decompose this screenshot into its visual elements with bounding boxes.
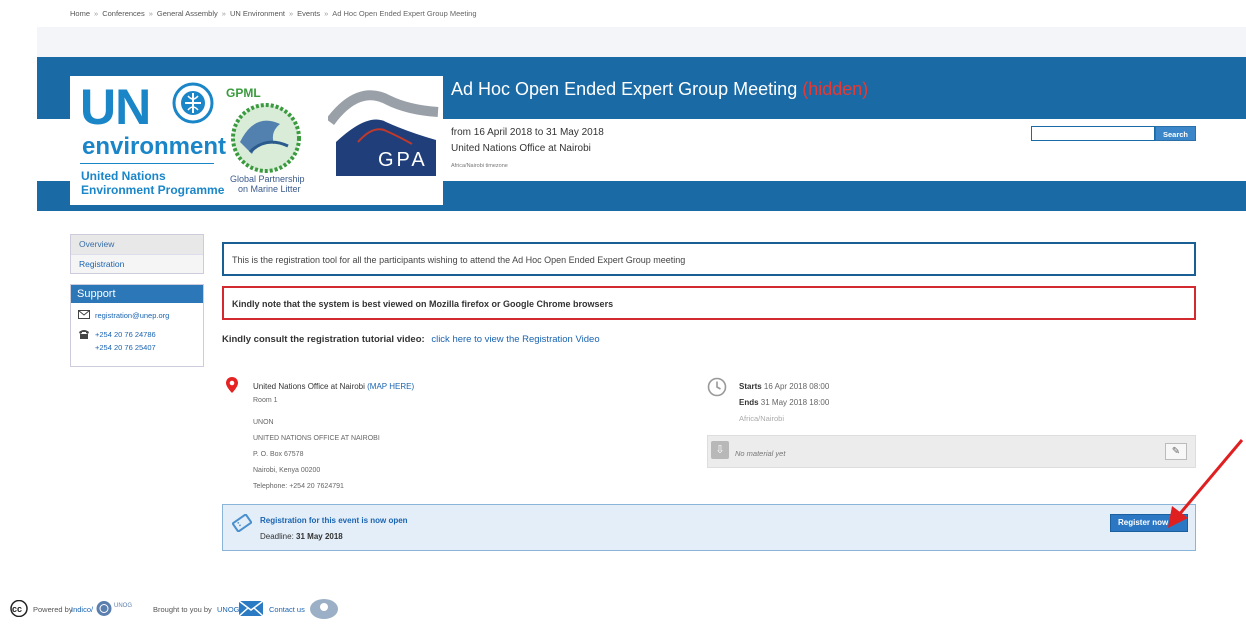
support-title: Support [71, 285, 203, 303]
breadcrumb: Home» Conferences» General Assembly» UN Env… [70, 9, 477, 18]
clock-icon [707, 377, 727, 397]
map-link[interactable]: (MAP HERE) [367, 382, 414, 391]
ends-value: 31 May 2018 18:00 [760, 398, 830, 407]
deadline-label: Deadline: [260, 532, 294, 541]
breadcrumb-separator: » [148, 9, 153, 18]
environment-text: environment [82, 133, 227, 160]
menu-item-registration[interactable]: Registration [71, 254, 203, 273]
event-end: Ends 31 May 2018 18:00 [739, 398, 829, 407]
gpml-logo-icon [231, 103, 301, 173]
gpml-text: GPML [226, 86, 261, 100]
red-arrow-annotation [1168, 439, 1244, 528]
address-line: Telephone: +254 20 7624791 [253, 483, 344, 490]
info-notice-text: This is the registration tool for all th… [232, 255, 686, 265]
starts-value: 16 Apr 2018 08:00 [763, 382, 830, 391]
contact-us-link[interactable]: Contact us [269, 605, 305, 614]
search-input[interactable] [1031, 126, 1155, 141]
logo-divider [80, 163, 214, 164]
location-name: United Nations Office at Nairobi (MAP HE… [253, 382, 414, 391]
event-timezone: Africa/Nairobi timezone [451, 163, 508, 169]
breadcrumb-separator: » [221, 9, 226, 18]
programme-line-2: Environment Programme [81, 183, 225, 197]
event-start: Starts 16 Apr 2018 08:00 [739, 382, 829, 391]
ticket-icon [232, 514, 252, 532]
unog-logo-text: UNOG [114, 603, 132, 609]
breadcrumb-separator: » [288, 9, 294, 18]
address-line: UNON [253, 419, 274, 426]
info-notice: This is the registration tool for all th… [222, 242, 1196, 276]
breadcrumb-separator: » [94, 9, 99, 18]
breadcrumb-conferences[interactable]: Conferences [102, 9, 145, 18]
event-dates: from 16 April 2018 to 31 May 2018 [451, 127, 604, 138]
registration-deadline: Deadline: 31 May 2018 [260, 532, 343, 541]
envelope-icon [239, 601, 263, 616]
no-material-text: No material yet [735, 449, 786, 458]
event-title-text: Ad Hoc Open Ended Expert Group Meeting [451, 79, 798, 99]
indico-link[interactable]: Indico/ [71, 605, 93, 614]
breadcrumb-current: Ad Hoc Open Ended Expert Group Meeting [332, 9, 477, 18]
material-box: ⇩ No material yet ✎ [707, 435, 1196, 468]
brought-by-text: Brought to you by [153, 605, 212, 614]
breadcrumb-un-environment[interactable]: UN Environment [230, 9, 285, 18]
location-room: Room 1 [253, 397, 278, 404]
tutorial-video-label: Kindly consult the registration tutorial… [222, 334, 425, 345]
breadcrumb-separator: » [324, 9, 329, 18]
hidden-tag: (hidden) [802, 79, 869, 99]
event-menu: Overview Registration [70, 234, 204, 274]
event-venue: United Nations Office at Nairobi [451, 143, 591, 154]
support-email-link[interactable]: registration@unep.org [95, 311, 169, 320]
registration-box: Registration for this event is now open … [222, 504, 1196, 551]
gpa-logo-icon: GPA [328, 90, 439, 176]
breadcrumb-general-assembly[interactable]: General Assembly [157, 9, 218, 18]
address-line: UNITED NATIONS OFFICE AT NAIROBI [253, 435, 380, 442]
header-top-band [37, 27, 1246, 57]
browser-warning-notice: Kindly note that the system is best view… [222, 286, 1196, 320]
deadline-value: 31 May 2018 [296, 532, 343, 541]
map-pin-icon [226, 377, 238, 393]
location-name-text: United Nations Office at Nairobi [253, 382, 365, 391]
starts-label: Starts [739, 382, 762, 391]
support-box: Support registration@unep.org +254 20 76… [70, 284, 204, 367]
address-line: P. O. Box 67578 [253, 451, 304, 458]
address-line: Nairobi, Kenya 00200 [253, 467, 321, 474]
cc-logo-icon: cc [10, 600, 28, 617]
un-emblem-icon [172, 82, 214, 124]
programme-line-1: United Nations [81, 169, 166, 183]
registration-video-link[interactable]: click here to view the Registration Vide… [431, 334, 599, 345]
breadcrumb-home[interactable]: Home [70, 9, 90, 18]
menu-item-overview[interactable]: Overview [71, 235, 203, 254]
ends-label: Ends [739, 398, 759, 407]
support-phone-2: +254 20 76 25407 [95, 343, 156, 352]
gpa-text: GPA [378, 149, 428, 171]
un-logo-text: UN [80, 79, 151, 135]
schedule-timezone: Africa/Nairobi [739, 414, 785, 423]
event-title: Ad Hoc Open Ended Expert Group Meeting (… [451, 79, 868, 100]
search-button[interactable]: Search [1155, 126, 1196, 141]
download-icon: ⇩ [711, 441, 729, 459]
event-logo: UN environment United Nations Environmen… [70, 76, 443, 205]
registration-status: Registration for this event is now open [260, 516, 408, 525]
contact-badge-icon [310, 599, 338, 619]
powered-by-text: Powered by [33, 605, 73, 614]
svg-text:cc: cc [12, 604, 22, 614]
browser-warning-text: Kindly note that the system is best view… [232, 299, 614, 309]
unog-emblem-icon [96, 601, 112, 616]
support-phone-1: +254 20 76 24786 [95, 330, 156, 339]
unog-link[interactable]: UNOG/ [217, 605, 242, 614]
mail-icon [78, 310, 90, 319]
tutorial-video-line: Kindly consult the registration tutorial… [222, 334, 600, 345]
gpml-caption-1: Global Partnership [230, 174, 305, 184]
gpml-caption-2: on Marine Litter [238, 184, 301, 194]
breadcrumb-events[interactable]: Events [297, 9, 320, 18]
phone-icon [79, 330, 89, 339]
